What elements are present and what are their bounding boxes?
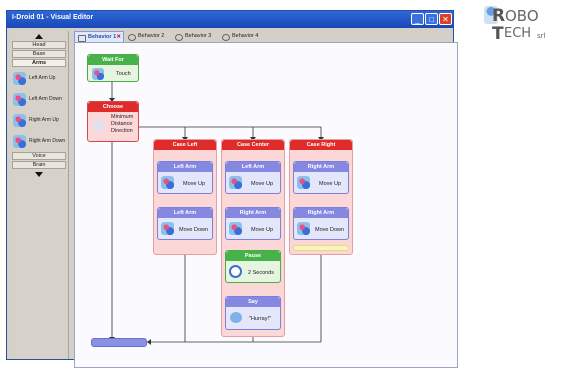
direction-pad-icon [93, 120, 104, 131]
block-title: Say [226, 297, 280, 307]
logo-text-ech: ECH [504, 26, 532, 41]
block-title: Pause [226, 251, 280, 261]
tab-behavior-2[interactable]: Behavior 2 [125, 31, 171, 42]
palette-item-right-arm-down[interactable]: Right Arm Down [13, 134, 65, 150]
block-text: Move Up [319, 181, 342, 187]
action-block[interactable]: Right Arm Move Up [225, 207, 281, 240]
clock-icon [229, 265, 242, 278]
logo-initial-t: T [492, 24, 504, 44]
robot-arm-icon [13, 72, 26, 85]
pause-block[interactable]: Pause 2 Seconds [225, 250, 281, 283]
block-title: Right Arm [294, 208, 348, 218]
gear-icon [175, 34, 183, 41]
gear-icon [222, 34, 230, 41]
logo-initial-r: R [492, 6, 506, 26]
robot-arm-icon [13, 135, 26, 148]
close-button[interactable]: ✕ [439, 13, 452, 25]
robot-arm-icon [229, 222, 242, 235]
case-title: Case Center [222, 140, 284, 150]
palette-item-label: Right Arm Up [29, 117, 59, 123]
robotech-logo: R OBO T ECH srl [480, 4, 566, 49]
block-text-line: Minimum [111, 114, 134, 120]
touch-icon [92, 68, 104, 80]
tab-label: Behavior 1 [88, 34, 117, 40]
action-block[interactable]: Left Arm Move Up [225, 161, 281, 194]
block-text: Move Up [251, 181, 274, 187]
minimize-button[interactable]: _ [411, 13, 424, 25]
say-block[interactable]: Say "Hurray!" [225, 296, 281, 330]
robot-arm-icon [161, 222, 174, 235]
tab-behavior-4[interactable]: Behavior 4 [219, 31, 265, 42]
block-text: Move Down [315, 227, 345, 233]
logo-suffix: srl [537, 32, 546, 40]
case-title: Case Right [290, 140, 352, 150]
block-title: Wait For [88, 55, 138, 65]
robot-arm-icon [297, 222, 310, 235]
choose-block[interactable]: Choose Minimum Distance Direction [87, 101, 139, 142]
action-block[interactable]: Right Arm Move Up [293, 161, 349, 194]
block-text: 2 Seconds [248, 270, 274, 276]
palette-item-left-arm-up[interactable]: Left Arm Up [13, 71, 65, 87]
editor-window: I-Droid 01 - Visual Editor _ □ ✕ Head Ba… [6, 10, 458, 368]
block-text: Move Up [183, 181, 206, 187]
empty-drop-slot[interactable] [293, 245, 349, 251]
gear-icon [128, 34, 136, 41]
category-arms[interactable]: Arms [12, 59, 66, 67]
action-block[interactable]: Left Arm Move Down [157, 207, 213, 240]
tab-behavior-1[interactable]: Behavior 1 ✕ [74, 31, 124, 42]
block-palette: Head Base Arms Left Arm Up Left Arm Down… [9, 31, 69, 359]
tab-label: Behavior 2 [138, 33, 165, 39]
wait-for-block[interactable]: Wait For Touch [87, 54, 139, 82]
case-title: Case Left [154, 140, 216, 150]
action-block[interactable]: Right Arm Move Down [293, 207, 349, 240]
category-brain[interactable]: Brain [12, 161, 66, 169]
palette-item-left-arm-down[interactable]: Left Arm Down [13, 92, 65, 108]
tab-label: Behavior 4 [232, 33, 259, 39]
block-text: Touch [116, 71, 131, 77]
block-title: Left Arm [226, 162, 280, 172]
tab-behavior-3[interactable]: Behavior 3 [172, 31, 218, 42]
document-icon [78, 35, 86, 42]
scroll-up-arrow-icon[interactable] [35, 34, 43, 39]
category-base[interactable]: Base [12, 50, 66, 58]
palette-item-label: Left Arm Down [29, 96, 62, 102]
block-title: Choose [88, 102, 138, 112]
palette-item-label: Left Arm Up [29, 75, 56, 81]
block-text-line: Direction [111, 128, 133, 134]
end-block[interactable] [91, 338, 147, 347]
speech-icon [230, 312, 242, 323]
title-bar: I-Droid 01 - Visual Editor _ □ ✕ [7, 11, 453, 28]
flow-canvas[interactable]: Wait For Touch Choose Minimum Distance D… [74, 42, 458, 368]
robot-arm-icon [13, 114, 26, 127]
logo-text-obo: OBO [505, 7, 539, 25]
tab-label: Behavior 3 [185, 33, 212, 39]
category-voice[interactable]: Voice [12, 152, 66, 160]
robot-arm-icon [297, 176, 310, 189]
block-title: Right Arm [294, 162, 348, 172]
block-title: Left Arm [158, 162, 212, 172]
block-text: Move Down [179, 227, 209, 233]
maximize-button[interactable]: □ [425, 13, 438, 25]
robot-arm-icon [229, 176, 242, 189]
scroll-down-arrow-icon[interactable] [35, 172, 43, 177]
block-title: Left Arm [158, 208, 212, 218]
robot-arm-icon [13, 93, 26, 106]
palette-item-right-arm-up[interactable]: Right Arm Up [13, 113, 65, 129]
block-text-line: Distance [111, 121, 133, 127]
category-head[interactable]: Head [12, 41, 66, 49]
robot-arm-icon [161, 176, 174, 189]
window-title: I-Droid 01 - Visual Editor [12, 14, 94, 21]
block-text: "Hurray!" [249, 316, 271, 322]
action-block[interactable]: Left Arm Move Up [157, 161, 213, 194]
block-text: Move Up [251, 227, 274, 233]
palette-item-label: Right Arm Down [29, 138, 66, 144]
block-title: Right Arm [226, 208, 280, 218]
